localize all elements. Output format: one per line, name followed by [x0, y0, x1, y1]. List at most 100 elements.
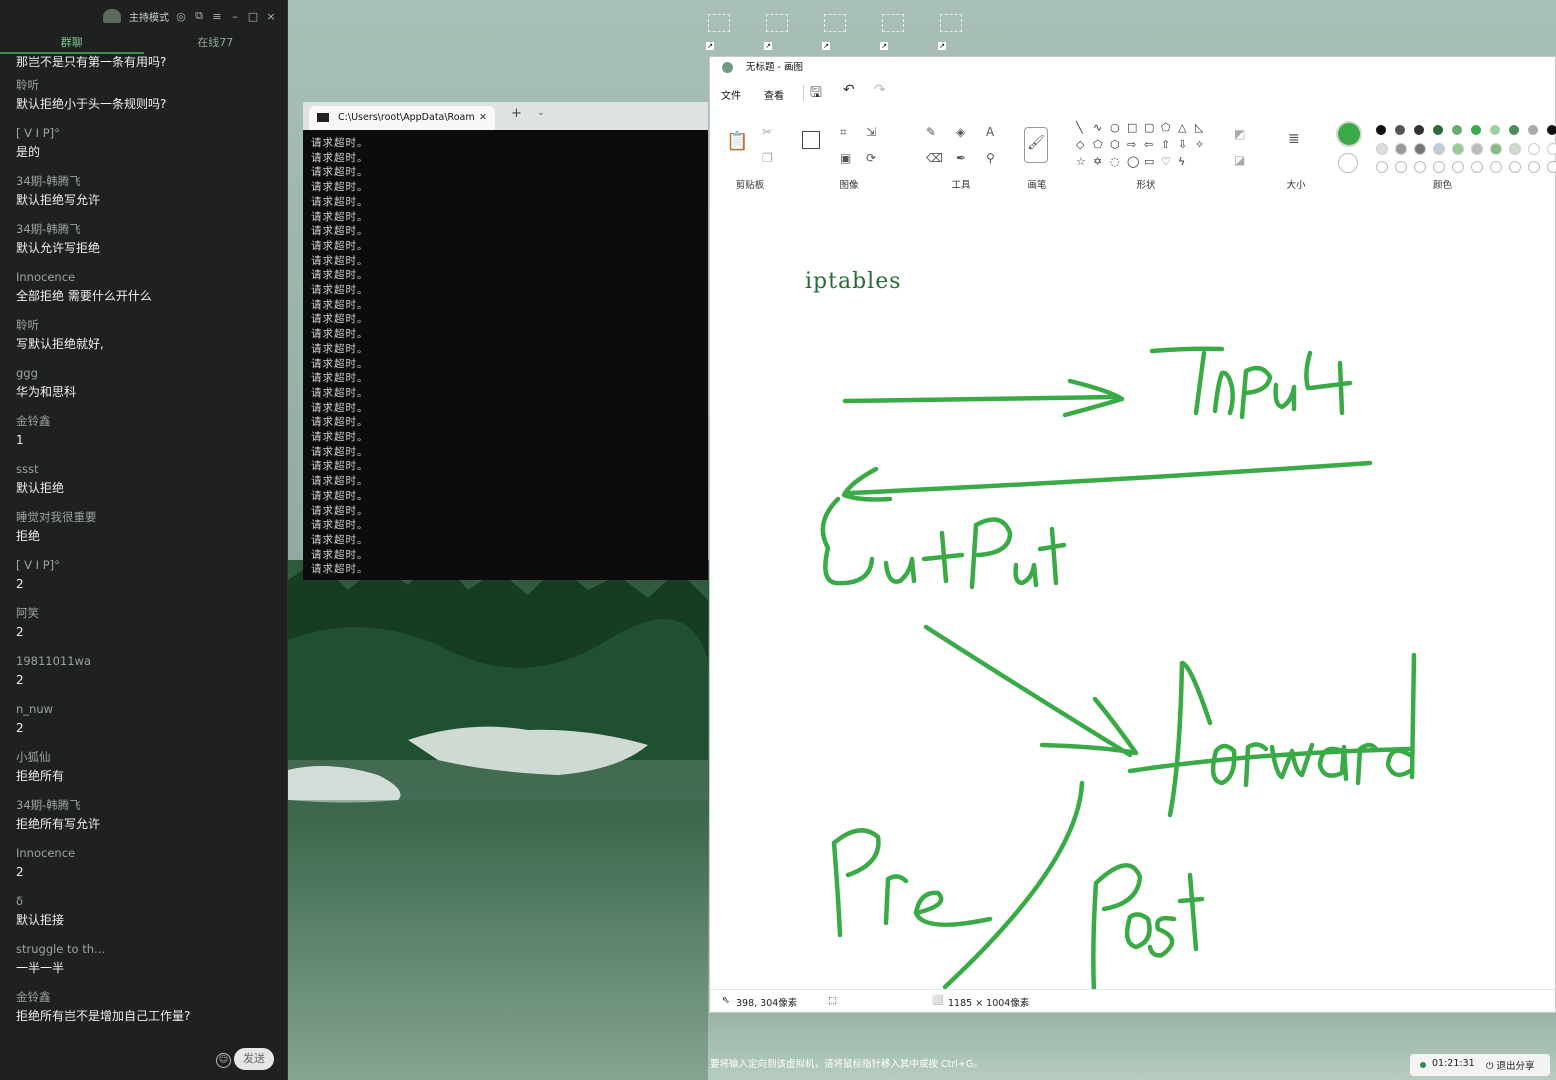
chat-message-sender[interactable]: ssst — [16, 460, 271, 478]
menu-icon[interactable]: ≡ — [211, 10, 223, 23]
palette-color-swatch[interactable] — [1547, 143, 1556, 155]
maximize-icon[interactable]: □ — [247, 10, 259, 23]
popout-icon[interactable]: ⧉ — [193, 9, 205, 23]
menu-file[interactable]: 文件 — [721, 87, 741, 102]
pencil-icon[interactable]: ✎ — [926, 125, 936, 139]
desktop-shortcut-icon[interactable]: ↗ — [706, 14, 732, 50]
new-tab-icon[interactable]: + — [511, 106, 522, 121]
secondary-color-swatch[interactable] — [1338, 153, 1358, 173]
chat-message-sender[interactable]: [ V I P]° — [16, 124, 271, 142]
exit-share-button[interactable]: ⏻ 退出分享 — [1486, 1058, 1535, 1072]
brush-icon[interactable]: 🖌 — [1024, 127, 1048, 163]
chat-message-sender[interactable]: 34期-韩腾飞 — [16, 796, 271, 814]
chat-message-sender[interactable]: struggle to th... — [16, 940, 271, 958]
copy-icon[interactable]: ❐ — [762, 151, 773, 165]
line-size-icon[interactable]: ≣ — [1288, 131, 1300, 147]
palette-color-swatch[interactable] — [1433, 143, 1445, 155]
paste-icon[interactable]: 📋 — [726, 131, 748, 152]
chat-message-sender[interactable]: n_nuw — [16, 700, 271, 718]
palette-color-swatch[interactable] — [1395, 161, 1407, 173]
text-icon[interactable]: A — [986, 125, 994, 139]
menu-view[interactable]: 查看 — [764, 87, 784, 102]
palette-color-swatch[interactable] — [1547, 125, 1556, 135]
palette-color-swatch[interactable] — [1452, 125, 1462, 135]
chat-message: δ 默认拒接 — [16, 892, 271, 940]
chat-message-sender[interactable]: [ V I P]° — [16, 556, 271, 574]
chat-message-sender[interactable]: 小狐仙 — [16, 748, 271, 766]
chat-message-sender[interactable]: 睡觉对我很重要 — [16, 508, 271, 526]
chat-message-sender[interactable]: 聆听 — [16, 316, 271, 334]
rotate-icon[interactable]: ⟳ — [866, 151, 876, 165]
desktop-shortcut-icon[interactable]: ↗ — [938, 14, 964, 50]
outline-icon[interactable]: ◩ — [1234, 127, 1245, 141]
chevron-down-icon[interactable]: ⌄ — [537, 108, 545, 118]
close-icon[interactable]: × — [265, 10, 277, 23]
terminal-window[interactable]: C:\Users\root\AppData\Roam ✕ + ⌄ 请求超时。 请求… — [303, 102, 708, 580]
tab-group-chat[interactable]: 群聊 — [0, 32, 144, 54]
palette-color-swatch[interactable] — [1452, 143, 1464, 155]
palette-color-swatch[interactable] — [1471, 125, 1481, 135]
palette-color-swatch[interactable] — [1471, 161, 1483, 173]
palette-color-swatch[interactable] — [1414, 161, 1426, 173]
select-icon[interactable] — [802, 131, 820, 149]
chat-message-sender[interactable]: 聆听 — [16, 76, 271, 94]
palette-color-swatch[interactable] — [1414, 125, 1424, 135]
emoji-icon[interactable]: ☺ — [216, 1053, 231, 1068]
magnifier-icon[interactable]: ⚲ — [986, 151, 995, 165]
crop-icon[interactable]: ⌗ — [840, 125, 847, 140]
chat-message-sender[interactable]: 19811011wa — [16, 652, 271, 670]
palette-color-swatch[interactable] — [1471, 143, 1483, 155]
palette-color-swatch[interactable] — [1376, 143, 1388, 155]
palette-color-swatch[interactable] — [1414, 143, 1426, 155]
chat-message-sender[interactable]: ggg — [16, 364, 271, 382]
desktop-shortcut-icon[interactable]: ↗ — [880, 14, 906, 50]
chat-message-sender[interactable]: 34期-韩腾飞 — [16, 172, 271, 190]
color-picker-icon[interactable]: ✒ — [956, 151, 966, 165]
chat-message-sender[interactable]: 金铃鑫 — [16, 412, 271, 430]
palette-color-swatch[interactable] — [1376, 161, 1388, 173]
chat-message-sender[interactable]: δ — [16, 892, 271, 910]
fill-icon[interactable]: ◈ — [956, 125, 965, 139]
resize-icon[interactable]: ⇲ — [866, 125, 876, 139]
redo-icon[interactable]: ↷ — [874, 82, 886, 98]
chat-message-list[interactable]: 聆听 默认拒绝小于头一条规则吗?[ V I P]° 是的 34期-韩腾飞 默认拒绝写允许… — [0, 76, 287, 1036]
palette-color-swatch[interactable] — [1509, 161, 1521, 173]
palette-color-swatch[interactable] — [1509, 125, 1519, 135]
send-button[interactable]: 发送 — [234, 1048, 274, 1070]
chat-message-sender[interactable]: 金铃鑫 — [16, 988, 271, 1006]
palette-color-swatch[interactable] — [1528, 161, 1540, 173]
palette-color-swatch[interactable] — [1376, 125, 1386, 135]
save-icon[interactable]: 🖫 — [810, 82, 822, 106]
palette-color-swatch[interactable] — [1547, 161, 1556, 173]
palette-color-swatch[interactable] — [1433, 161, 1445, 173]
palette-color-swatch[interactable] — [1433, 125, 1443, 135]
fill-style-icon[interactable]: ◪ — [1234, 153, 1245, 167]
image-edit-icon[interactable]: ▣ — [840, 151, 851, 165]
palette-color-swatch[interactable] — [1452, 161, 1464, 173]
palette-color-swatch[interactable] — [1395, 143, 1407, 155]
palette-color-swatch[interactable] — [1395, 125, 1405, 135]
undo-icon[interactable]: ↶ — [843, 82, 855, 98]
chat-message-sender[interactable]: 34期-韩腾飞 — [16, 220, 271, 238]
palette-color-swatch[interactable] — [1509, 143, 1521, 155]
close-tab-icon[interactable]: ✕ — [479, 106, 487, 130]
tab-online[interactable]: 在线77 — [144, 32, 288, 54]
shapes-gallery[interactable]: ╲ ∿ ○ □ ▢ ⬠ △ ◺ ◇ ⬠ ⬡ ⇨ ⇦ ⇧ ⇩ ✧ ☆ ✡ ◌ ◯ ▭ ♡ ϟ — [1076, 121, 1212, 172]
chat-message-sender[interactable]: Innocence — [16, 844, 271, 862]
paint-canvas[interactable]: iptables — [710, 203, 1555, 990]
palette-color-swatch[interactable] — [1528, 143, 1540, 155]
primary-color-swatch[interactable] — [1336, 121, 1362, 147]
settings-icon[interactable]: ◎ — [175, 10, 187, 23]
palette-color-swatch[interactable] — [1490, 161, 1502, 173]
eraser-icon[interactable]: ⌫ — [926, 151, 943, 165]
terminal-tab[interactable]: C:\Users\root\AppData\Roam ✕ — [309, 106, 495, 130]
chat-message-sender[interactable]: Innocence — [16, 268, 271, 286]
chat-message-sender[interactable]: 阿笑 — [16, 604, 271, 622]
minimize-icon[interactable]: – — [229, 10, 241, 23]
palette-color-swatch[interactable] — [1490, 125, 1500, 135]
desktop-shortcut-icon[interactable]: ↗ — [822, 14, 848, 50]
palette-color-swatch[interactable] — [1528, 125, 1538, 135]
desktop-shortcut-icon[interactable]: ↗ — [764, 14, 790, 50]
palette-color-swatch[interactable] — [1490, 143, 1502, 155]
cut-icon[interactable]: ✂ — [762, 125, 772, 139]
